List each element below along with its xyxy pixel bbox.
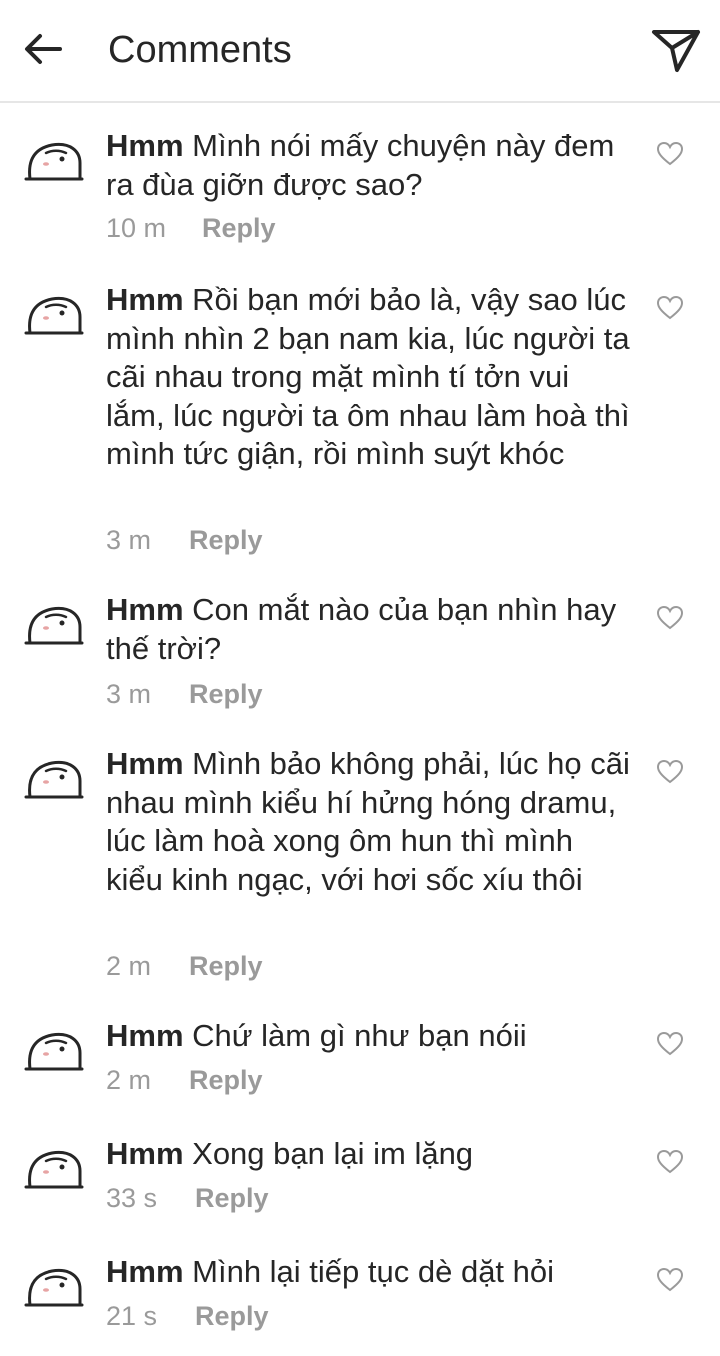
comment-time: 3 m <box>106 525 152 555</box>
reply-button[interactable]: Reply <box>189 949 263 983</box>
comment-body: Mình lại tiếp tục dè dặt hỏi <box>192 1254 555 1289</box>
header-bar: Comments <box>0 0 720 103</box>
comment-text: Hmm Mình nói mấy chuyện này đem ra đùa g… <box>106 127 636 204</box>
comment-text: Hmm Mình bảo không phải, lúc họ cãi nhau… <box>106 745 636 899</box>
heart-icon[interactable] <box>656 295 684 321</box>
arrow-left-icon <box>25 34 62 64</box>
page-title: Comments <box>108 29 292 71</box>
avatar[interactable] <box>22 755 86 803</box>
share-button[interactable] <box>650 24 702 76</box>
comment-username[interactable]: Hmm <box>106 592 184 627</box>
reply-button[interactable]: Reply <box>189 1063 263 1097</box>
heart-icon[interactable] <box>656 605 684 631</box>
comment-body: Xong bạn lại im lặng <box>192 1136 474 1171</box>
comment-time: 2 m <box>106 1065 152 1095</box>
avatar[interactable] <box>22 1027 86 1075</box>
comment-text: Hmm Rồi bạn mới bảo là, vậy sao lúc mình… <box>106 281 636 474</box>
comment-body: Chứ làm gì như bạn nóii <box>192 1018 527 1053</box>
comment-username[interactable]: Hmm <box>106 128 184 163</box>
comment-text: Hmm Con mắt nào của bạn nhìn hay thế trờ… <box>106 591 636 668</box>
paper-plane-icon <box>652 30 700 72</box>
comment-meta: 21 s Reply <box>106 1299 269 1333</box>
comment-meta: 10 m Reply <box>106 211 276 245</box>
comment-body: Mình bảo không phải, lúc họ cãi nhau mìn… <box>106 746 630 897</box>
comment-username[interactable]: Hmm <box>106 1018 184 1053</box>
comment-time: 2 m <box>106 951 152 981</box>
comment-username[interactable]: Hmm <box>106 282 184 317</box>
avatar[interactable] <box>22 601 86 649</box>
header-divider <box>0 101 720 103</box>
heart-icon[interactable] <box>656 141 684 167</box>
comment-time: 33 s <box>106 1183 158 1213</box>
comment-text: Hmm Xong bạn lại im lặng <box>106 1135 636 1174</box>
avatar[interactable] <box>22 137 86 185</box>
comment-time: 3 m <box>106 679 152 709</box>
comment-meta: 2 m Reply <box>106 949 263 983</box>
avatar[interactable] <box>22 291 86 339</box>
comment-meta: 33 s Reply <box>106 1181 269 1215</box>
heart-icon[interactable] <box>656 759 684 785</box>
comment-text: Hmm Chứ làm gì như bạn nóii <box>106 1017 636 1056</box>
comment-meta: 3 m Reply <box>106 677 263 711</box>
avatar[interactable] <box>22 1145 86 1193</box>
reply-button[interactable]: Reply <box>202 211 276 245</box>
avatar[interactable] <box>22 1263 86 1311</box>
reply-button[interactable]: Reply <box>195 1299 269 1333</box>
comment-time: 10 m <box>106 213 167 243</box>
comment-username[interactable]: Hmm <box>106 746 184 781</box>
reply-button[interactable]: Reply <box>195 1181 269 1215</box>
comment-meta: 3 m Reply <box>106 523 263 557</box>
comment-text: Hmm Mình lại tiếp tục dè dặt hỏi <box>106 1253 636 1292</box>
heart-icon[interactable] <box>656 1149 684 1175</box>
comment-body: Rồi bạn mới bảo là, vậy sao lúc mình nhì… <box>106 282 630 471</box>
comment-username[interactable]: Hmm <box>106 1136 184 1171</box>
back-button[interactable] <box>18 24 68 74</box>
comment-meta: 2 m Reply <box>106 1063 263 1097</box>
reply-button[interactable]: Reply <box>189 677 263 711</box>
heart-icon[interactable] <box>656 1031 684 1057</box>
comment-time: 21 s <box>106 1301 158 1331</box>
heart-icon[interactable] <box>656 1267 684 1293</box>
reply-button[interactable]: Reply <box>189 523 263 557</box>
comment-username[interactable]: Hmm <box>106 1254 184 1289</box>
